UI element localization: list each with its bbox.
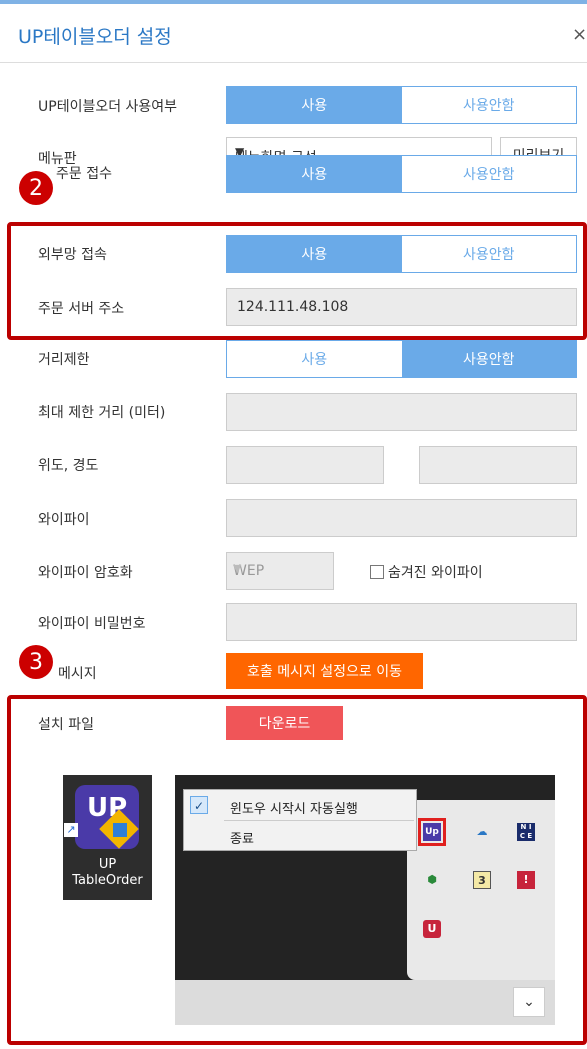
- close-icon[interactable]: ×: [572, 24, 587, 45]
- hidden-wifi-option[interactable]: 숨겨진 와이파이: [370, 562, 483, 582]
- maxdist-field[interactable]: [226, 393, 577, 431]
- highlight-box-install: [7, 695, 587, 1045]
- wifi-field[interactable]: [226, 499, 577, 537]
- use-toggle: 사용 사용안함: [226, 86, 577, 124]
- order-on-button[interactable]: 사용: [227, 156, 402, 192]
- longitude-field[interactable]: [419, 446, 577, 484]
- step-badge-3: 3: [19, 645, 53, 679]
- order-label: 주문 접수: [56, 166, 112, 182]
- header-divider: [0, 62, 587, 63]
- step-badge-2: 2: [19, 171, 53, 205]
- use-off-button[interactable]: 사용안함: [401, 87, 576, 123]
- use-on-button[interactable]: 사용: [227, 87, 402, 123]
- distance-label: 거리제한: [38, 352, 90, 368]
- callmsg-label: 메시지: [58, 666, 97, 682]
- call-message-settings-button[interactable]: 호출 메시지 설정으로 이동: [226, 653, 423, 689]
- hidden-wifi-label: 숨겨진 와이파이: [388, 565, 483, 581]
- dialog-title: UP테이블오더 설정: [18, 26, 172, 48]
- distance-toggle: 사용 사용안함: [226, 340, 577, 378]
- order-off-button[interactable]: 사용안함: [401, 156, 576, 192]
- order-toggle: 사용 사용안함: [226, 155, 577, 193]
- distance-on-button[interactable]: 사용: [227, 341, 402, 377]
- wifipw-label: 와이파이 비밀번호: [38, 616, 146, 632]
- wifienc-label: 와이파이 암호화: [38, 565, 133, 581]
- wifi-encryption-select[interactable]: WEP ▼: [226, 552, 334, 590]
- top-accent-line: [0, 0, 587, 4]
- use-label: UP테이블오더 사용여부: [38, 99, 178, 115]
- wifi-password-field[interactable]: [226, 603, 577, 641]
- wifi-label: 와이파이: [38, 512, 90, 528]
- maxdist-label: 최대 제한 거리 (미터): [38, 405, 166, 421]
- distance-off-button[interactable]: 사용안함: [401, 341, 576, 377]
- latlng-label: 위도, 경도: [38, 458, 99, 474]
- highlight-box-external: [7, 222, 587, 340]
- latitude-field[interactable]: [226, 446, 384, 484]
- hidden-wifi-checkbox[interactable]: [370, 565, 384, 579]
- dropdown-arrow-icon: ▼: [233, 562, 242, 575]
